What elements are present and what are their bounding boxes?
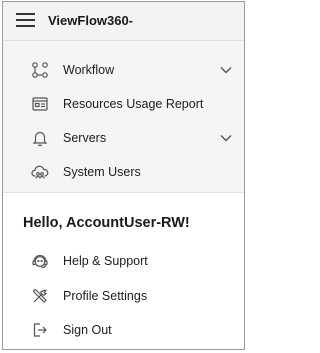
workflow-icon bbox=[31, 61, 49, 79]
nav-label-servers: Servers bbox=[63, 131, 107, 145]
app-title: ViewFlow360- bbox=[48, 13, 134, 28]
nav-label-help-support: Help & Support bbox=[63, 254, 148, 268]
nav-item-help-support[interactable]: Help & Support bbox=[3, 246, 244, 276]
nav-item-workflow[interactable]: Workflow bbox=[3, 55, 244, 85]
user-greeting: Hello, AccountUser-RW! bbox=[23, 215, 190, 231]
nav-item-sign-out[interactable]: Sign Out bbox=[3, 315, 244, 345]
nav-label-sign-out: Sign Out bbox=[63, 323, 112, 337]
sign-out-icon bbox=[31, 321, 49, 339]
chevron-down-icon[interactable] bbox=[219, 63, 233, 77]
nav-label-resources-usage-report: Resources Usage Report bbox=[63, 97, 204, 111]
nav-item-servers[interactable]: Servers bbox=[3, 123, 244, 153]
support-icon bbox=[31, 252, 49, 270]
nav-label-workflow: Workflow bbox=[63, 63, 115, 77]
nav-item-resources-usage-report[interactable]: Resources Usage Report bbox=[3, 89, 244, 119]
navigation-drawer: ViewFlow360- Workflow Resources Usage Re… bbox=[2, 1, 245, 350]
nav-label-system-users: System Users bbox=[63, 165, 141, 179]
nav-item-profile-settings[interactable]: Profile Settings bbox=[3, 281, 244, 311]
users-cloud-icon bbox=[31, 163, 49, 181]
tools-icon bbox=[31, 287, 49, 305]
report-icon bbox=[31, 95, 49, 113]
nav-item-system-users[interactable]: System Users bbox=[3, 157, 244, 187]
chevron-down-icon[interactable] bbox=[219, 131, 233, 145]
main-nav-section: Workflow Resources Usage Report Servers … bbox=[3, 41, 244, 193]
nav-label-profile-settings: Profile Settings bbox=[63, 289, 148, 303]
drawer-header: ViewFlow360- bbox=[3, 2, 244, 41]
hamburger-menu-icon[interactable] bbox=[16, 12, 35, 27]
bell-icon bbox=[31, 129, 49, 147]
